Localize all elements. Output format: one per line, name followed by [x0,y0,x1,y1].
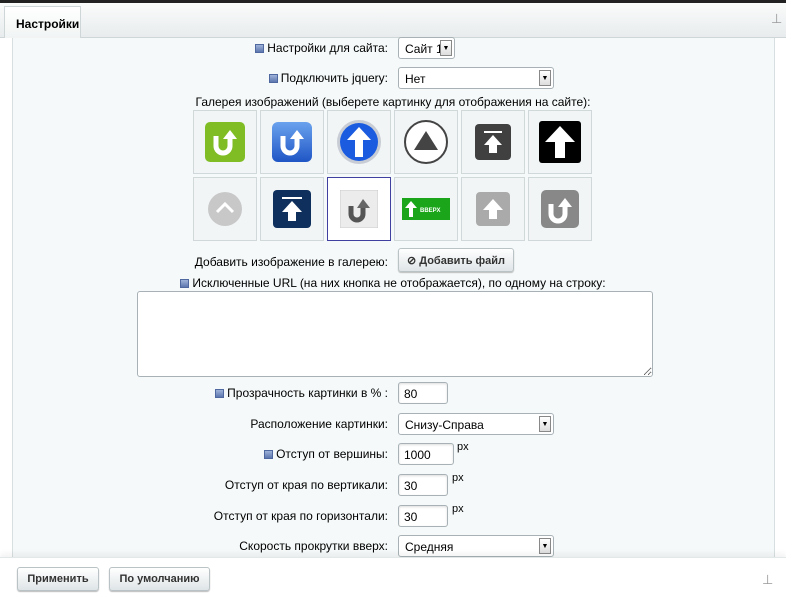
add-file-button[interactable]: ⊘ Добавить файл [398,248,514,272]
h-offset-row: Отступ от края по горизонтали: 30 px [0,503,786,527]
site-settings-label: Настройки для сайта: [267,41,388,55]
gray-u-turn-arrow-icon [340,190,378,228]
light-gray-arrow-icon [476,192,510,226]
pin-icon[interactable]: ⊥ [762,572,773,588]
black-arrow-icon [539,121,581,163]
circle-triangle-icon [404,120,448,164]
gallery-item-selected[interactable] [327,177,391,241]
add-image-row: Добавить изображение в галерею: ⊘ Добави… [0,248,786,272]
top-offset-label: Отступ от вершины: [276,447,388,461]
gallery-item[interactable] [394,110,458,174]
gallery-item[interactable] [260,110,324,174]
speed-row: Скорость прокрутки вверх: Средняя ▼ [0,535,786,557]
gray-circle-chevron-icon [208,192,242,226]
gallery-label: Галерея изображений (выберете картинку д… [195,95,591,109]
green-up-button-icon: ВВЕРХ [402,198,450,220]
svg-text:ВВЕРХ: ВВЕРХ [420,208,440,214]
h-offset-input[interactable]: 30 [398,505,448,527]
pin-icon[interactable]: ⊥ [771,11,782,27]
tab-settings[interactable]: Настройки [4,6,81,38]
jquery-row: Подключить jquery: Нет ▼ [0,67,786,89]
paperclip-icon: ⊘ [406,255,420,267]
opacity-row: Прозрачность картинки в % : 80 [0,382,786,404]
tab-bar: Настройки ⊥ [0,3,786,38]
excluded-url-label-row: Исключенные URL (на них кнопка не отобра… [0,276,786,290]
jquery-label: Подключить jquery: [280,71,388,85]
opacity-input[interactable]: 80 [398,382,448,404]
unit-label: px [452,472,464,484]
gallery-item[interactable] [461,177,525,241]
apply-button[interactable]: Применить [17,567,99,591]
help-icon[interactable] [255,44,265,53]
blue-u-turn-arrow-icon [272,122,312,162]
site-select[interactable]: Сайт 1 ▼ [398,37,455,59]
unit-label: px [457,441,469,453]
blue-orb-arrow-icon [337,120,381,164]
speed-label: Скорость прокрутки вверх: [239,539,388,553]
default-button[interactable]: По умолчанию [109,567,210,591]
gallery-item[interactable] [260,177,324,241]
jquery-select[interactable]: Нет ▼ [398,67,554,89]
footer-bar: Применить По умолчанию ⊥ [0,557,786,600]
help-icon[interactable] [268,74,278,83]
help-icon[interactable] [215,389,225,398]
gallery-item[interactable] [528,110,592,174]
position-label: Расположение картинки: [250,417,388,431]
gallery-item[interactable]: ВВЕРХ [394,177,458,241]
chevron-down-icon: ▼ [539,538,551,554]
v-offset-row: Отступ от края по вертикали: 30 px [0,472,786,496]
gallery-item[interactable] [193,177,257,241]
help-icon[interactable] [264,450,274,459]
gray-u-turn-square-icon [541,190,579,228]
navy-top-arrow-icon [273,190,311,228]
top-offset-row: Отступ от вершины: 1000 px [0,441,786,465]
unit-label: px [452,503,464,515]
speed-select[interactable]: Средняя ▼ [398,535,554,557]
gallery-item[interactable] [327,110,391,174]
position-select[interactable]: Снизу-Справа ▼ [398,413,554,435]
position-row: Расположение картинки: Снизу-Справа ▼ [0,413,786,435]
chevron-down-icon: ▼ [440,40,452,56]
green-u-turn-arrow-icon [205,122,245,162]
top-offset-input[interactable]: 1000 [398,443,454,465]
h-offset-label: Отступ от края по горизонтали: [213,509,388,523]
chevron-down-icon: ▼ [539,416,551,432]
gallery-item[interactable] [193,110,257,174]
opacity-label: Прозрачность картинки в % : [227,386,388,400]
gallery-item[interactable] [461,110,525,174]
excluded-url-label: Исключенные URL (на них кнопка не отобра… [192,276,606,290]
v-offset-label: Отступ от края по вертикали: [224,478,388,492]
dark-top-arrow-icon [475,124,511,160]
help-icon[interactable] [180,279,190,288]
excluded-url-textarea[interactable] [137,291,653,377]
v-offset-input[interactable]: 30 [398,474,448,496]
chevron-down-icon: ▼ [539,70,551,86]
add-image-label: Добавить изображение в галерею: [194,255,388,269]
site-settings-row: Настройки для сайта: Сайт 1 ▼ [0,37,786,59]
gallery-item[interactable] [528,177,592,241]
